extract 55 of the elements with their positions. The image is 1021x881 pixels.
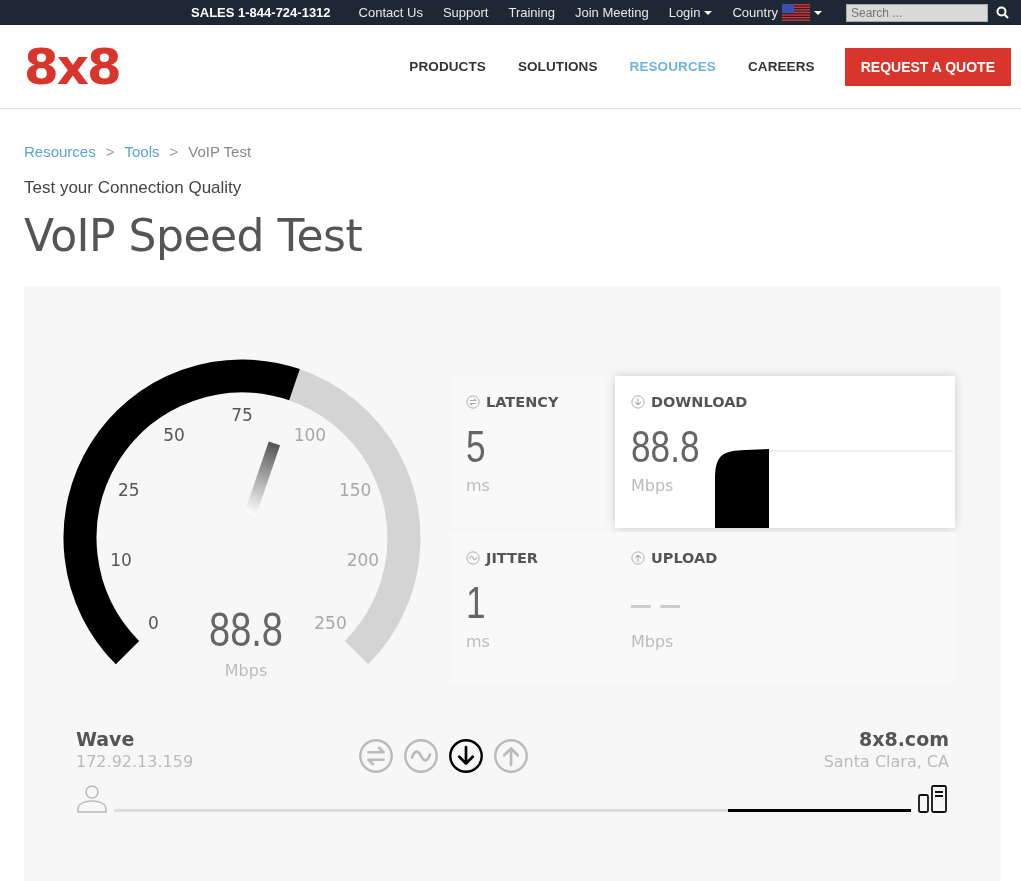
top-link[interactable]: Contact Us — [348, 5, 433, 20]
metric-unit: ms — [466, 476, 491, 495]
metric-unit: ms — [466, 632, 491, 651]
logo[interactable]: 8x8 — [24, 37, 120, 96]
gauge-tick-label: 25 — [117, 479, 140, 500]
client-name: Wave — [76, 728, 136, 750]
caret-icon — [704, 10, 713, 15]
metric-value: – – — [631, 578, 680, 628]
top-link[interactable]: Support — [432, 5, 499, 20]
metric-value: 5 — [466, 422, 486, 472]
speed-unit: Mbps — [224, 661, 268, 680]
gauge-tick-label: 0 — [148, 613, 159, 634]
gauge-tick-label: 10 — [110, 550, 132, 571]
quote-button[interactable]: REQUEST A QUOTE — [844, 47, 1011, 86]
search-field[interactable]: Search ... — [846, 3, 988, 22]
top-link[interactable]: Training — [498, 5, 565, 20]
server-location: Santa Clara, CA — [823, 752, 949, 771]
gauge-tick-label: 50 — [163, 425, 185, 446]
metric-label: UPLOAD — [651, 550, 718, 566]
metric-label: DOWNLOAD — [651, 394, 748, 410]
arrows-circle-icon — [466, 395, 480, 409]
page-title: VoIP Speed Test — [24, 210, 364, 261]
gauge-tick-label: 75 — [231, 405, 253, 425]
flag-icon — [782, 3, 810, 22]
metric-unit: Mbps — [631, 632, 675, 651]
gauge-tick-label: 200 — [346, 550, 380, 571]
country-menu[interactable]: Country — [722, 3, 832, 22]
page-subtitle: Test your Connection Quality — [24, 178, 243, 198]
wave-circle-icon — [466, 551, 480, 565]
gauge-tick-label: 100 — [293, 425, 327, 446]
search-icon — [996, 6, 1009, 19]
gauge-tick-label: 150 — [339, 479, 372, 500]
breadcrumb-separator: > — [169, 143, 179, 160]
caret-icon — [814, 10, 822, 15]
nav-link[interactable]: PRODUCTS — [409, 59, 486, 74]
login-menu[interactable]: Login — [658, 5, 723, 20]
client-ip: 172.92.13.159 — [76, 752, 194, 771]
breadcrumb-separator: > — [105, 143, 115, 160]
metric-unit: Mbps — [631, 476, 675, 495]
server-name: 8x8.com — [857, 728, 949, 750]
nav-link[interactable]: CAREERS — [747, 59, 815, 74]
breadcrumb-current: VoIP Test — [188, 143, 252, 160]
metric-value: 1 — [466, 578, 486, 628]
download-icon — [631, 395, 645, 409]
speed-value: 88.8 — [209, 603, 303, 656]
top-link[interactable]: Join Meeting — [564, 5, 659, 20]
metric-label: LATENCY — [486, 394, 559, 410]
sales-phone: SALES 1-844-724-1312 — [190, 5, 332, 20]
nav-link[interactable]: SOLUTIONS — [517, 59, 598, 74]
upload-icon — [631, 551, 645, 565]
user-icon — [76, 782, 108, 814]
metric-label: JITTER — [486, 550, 538, 566]
server-icon — [917, 784, 949, 814]
gauge-tick-label: 250 — [314, 613, 347, 634]
metric-value: 88.8 — [631, 422, 700, 472]
